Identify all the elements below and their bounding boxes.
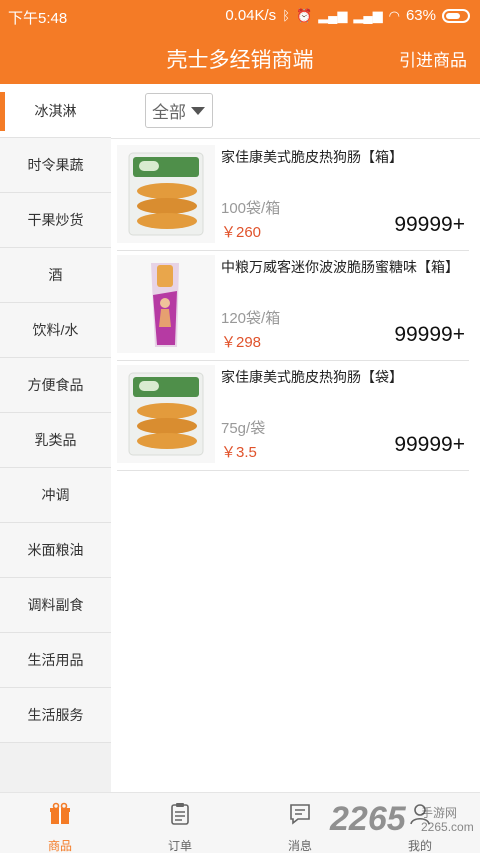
product-name: 家佳康美式脆皮热狗肠【袋】 [221, 369, 403, 385]
status-bar: 下午5:48 0.04K/s ᛒ ⏰ ▂▄▆ ▂▄▆ ◠ 63% [0, 0, 480, 32]
nav-label: 我的 [407, 839, 432, 853]
product-name: 家佳康美式脆皮热狗肠【箱】 [221, 149, 403, 165]
alarm-icon: ⏰ [296, 7, 313, 23]
sidebar-item-grain-oil[interactable]: 米面粮油 [0, 523, 111, 578]
product-card[interactable]: 家佳康美式脆皮热狗肠【袋】 75g/袋 ￥3.5 99999+ [117, 361, 469, 471]
product-stock: 99999+ [394, 433, 465, 456]
watermark-text: 手游网 2265.com [421, 806, 474, 834]
product-unit: 120袋/箱 [221, 310, 281, 327]
clipboard-icon [168, 802, 192, 831]
caret-down-icon [191, 106, 205, 115]
nav-label: 商品 [47, 839, 72, 853]
filter-dropdown[interactable]: 全部 [145, 93, 213, 128]
sidebar-item-daily-goods[interactable]: 生活用品 [0, 633, 111, 688]
product-unit: 75g/袋 [221, 420, 266, 437]
list-divider [111, 138, 480, 139]
filter-selected-value: 全部 [152, 103, 186, 122]
gift-icon [48, 802, 72, 831]
product-image [117, 255, 215, 353]
watermark-site-cn: 手游网 [421, 806, 458, 820]
product-price: ￥3.5 [221, 444, 257, 461]
product-price: ￥260 [221, 224, 262, 241]
category-sidebar: 冰淇淋 时令果蔬 干果炒货 酒 饮料/水 方便食品 乳类品 冲调 米面粮油 调料… [0, 84, 111, 792]
watermark-logo: 2265 [330, 800, 406, 838]
sidebar-item-beverage-mix[interactable]: 冲调 [0, 468, 111, 523]
product-card[interactable]: 中粮万威客迷你波波脆肠蜜糖味【箱】 120袋/箱 ￥298 99999+ [117, 251, 469, 361]
product-name: 中粮万威客迷你波波脆肠蜜糖味【箱】 [221, 259, 459, 275]
product-price: ￥298 [221, 334, 262, 351]
nav-label: 订单 [167, 839, 192, 853]
product-card[interactable]: 家佳康美式脆皮热狗肠【箱】 100袋/箱 ￥260 99999+ [117, 141, 469, 251]
battery-percent: 63% [405, 7, 436, 24]
product-unit: 100袋/箱 [221, 200, 281, 217]
import-products-button[interactable]: 引进商品 [399, 46, 467, 71]
sidebar-item-drinks-water[interactable]: 饮料/水 [0, 303, 111, 358]
sidebar-item-condiments[interactable]: 调料副食 [0, 578, 111, 633]
watermark-site-url: 2265.com [421, 820, 474, 834]
bottom-nav: 商品 订单 消息 我的 [0, 792, 480, 853]
product-list: 家佳康美式脆皮热狗肠【箱】 100袋/箱 ￥260 99999+ 中粮万威客迷你… [117, 141, 469, 471]
network-speed: 0.04K/s [225, 7, 277, 24]
nav-item-products[interactable]: 商品 [0, 793, 120, 853]
product-image [117, 365, 215, 463]
battery-icon [442, 8, 470, 23]
signal-icon: ▂▄▆ [318, 7, 348, 23]
nav-label: 消息 [287, 839, 312, 853]
status-time: 下午5:48 [8, 10, 68, 27]
sidebar-item-dairy[interactable]: 乳类品 [0, 413, 111, 468]
signal-icon-2: ▂▄▆ [353, 7, 383, 23]
product-stock: 99999+ [394, 323, 465, 346]
sidebar-item-fruits-vegetables[interactable]: 时令果蔬 [0, 138, 111, 193]
message-icon [288, 802, 312, 831]
app-header: 壳士多经销商端 引进商品 [0, 32, 480, 84]
sidebar-item-ice-cream[interactable]: 冰淇淋 [0, 84, 111, 138]
sidebar-item-nuts-snacks[interactable]: 干果炒货 [0, 193, 111, 248]
sidebar-item-instant-food[interactable]: 方便食品 [0, 358, 111, 413]
sidebar-item-liquor[interactable]: 酒 [0, 248, 111, 303]
product-image [117, 145, 215, 243]
bluetooth-icon: ᛒ [282, 7, 290, 23]
nav-item-orders[interactable]: 订单 [120, 793, 240, 853]
status-icons: 0.04K/s ᛒ ⏰ ▂▄▆ ▂▄▆ ◠ 63% [225, 7, 470, 24]
sidebar-item-life-services[interactable]: 生活服务 [0, 688, 111, 743]
product-stock: 99999+ [394, 213, 465, 236]
wifi-icon: ◠ [388, 7, 400, 23]
